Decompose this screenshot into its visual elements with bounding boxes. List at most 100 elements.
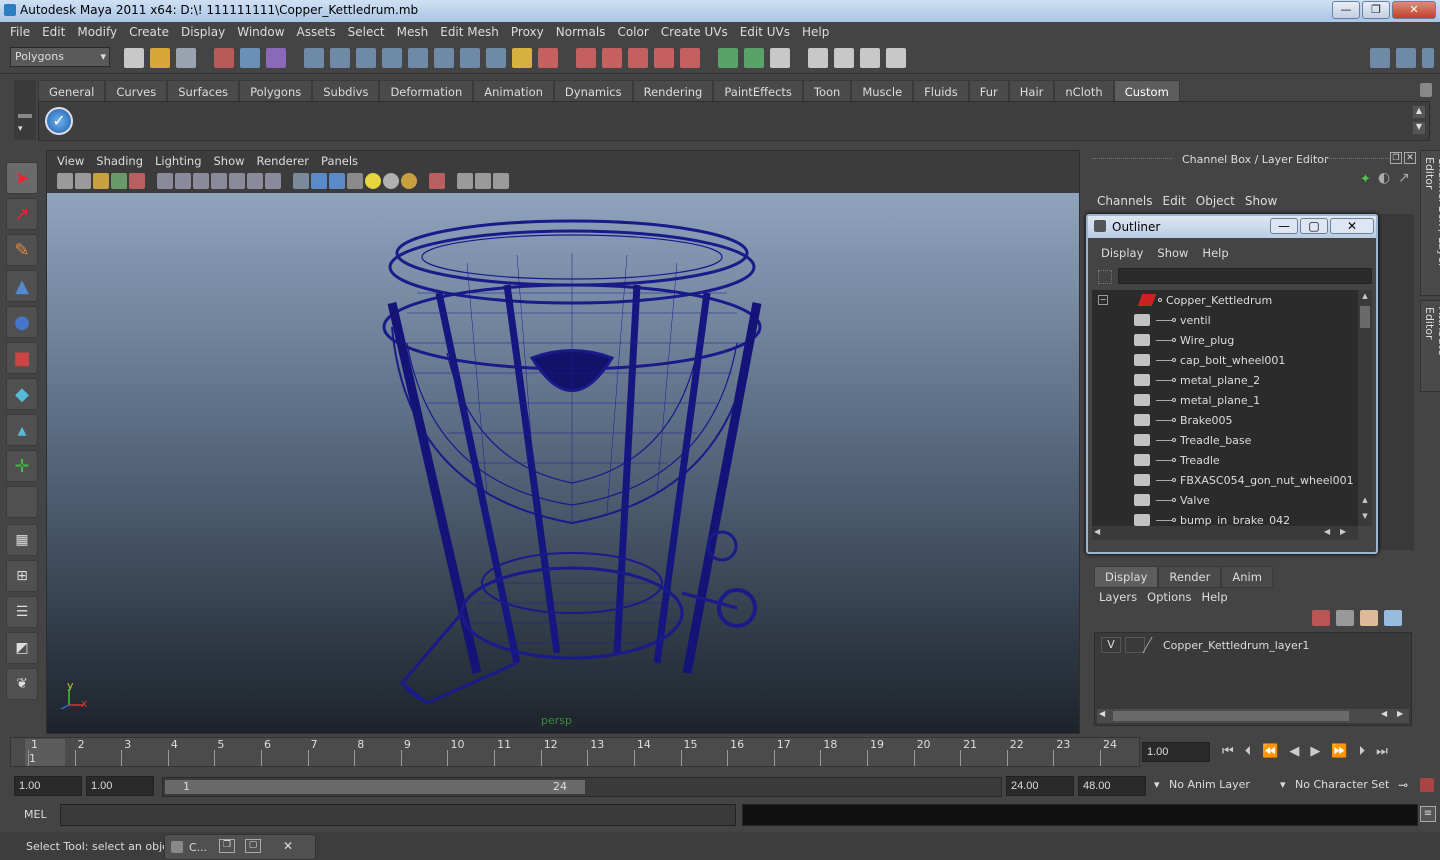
layer-tab-display[interactable]: Display (1094, 566, 1159, 588)
render-view-icon[interactable] (680, 48, 700, 68)
isolate-select-icon[interactable] (429, 173, 445, 189)
menu-edit-mesh[interactable]: Edit Mesh (434, 22, 505, 42)
outliner-item[interactable]: bump_in_brake_042 (1092, 510, 1358, 526)
cb-menu-object[interactable]: Object (1191, 192, 1240, 210)
snap-surface-icon[interactable] (408, 48, 428, 68)
image-plane-icon[interactable] (111, 173, 127, 189)
snap-point-icon[interactable] (356, 48, 376, 68)
pin-icon[interactable]: ↗ (1398, 170, 1410, 186)
select-tool[interactable]: ➤ (6, 162, 38, 194)
outliner-item[interactable]: Treadle (1092, 450, 1358, 470)
outliner-menu-show[interactable]: Show (1150, 244, 1195, 262)
layer-hscrollbar[interactable]: ◀ ◀ ▶ (1097, 709, 1409, 723)
playback-end-field[interactable] (1006, 776, 1074, 796)
select-component-icon[interactable] (266, 48, 286, 68)
graph-persp-layout[interactable]: ◩ (6, 632, 38, 664)
move-layer-down-icon[interactable] (1336, 610, 1354, 626)
outliner-persp-layout[interactable]: ☰ (6, 596, 38, 628)
scroll-thumb[interactable] (1360, 306, 1370, 328)
minimize-button[interactable]: — (1332, 1, 1360, 19)
menu-proxy[interactable]: Proxy (505, 22, 550, 42)
move-tool-shelf[interactable]: ▲ (6, 270, 38, 302)
menu-display[interactable]: Display (175, 22, 231, 42)
ipr-render-icon[interactable] (602, 48, 622, 68)
menu-assets[interactable]: Assets (291, 22, 342, 42)
end-time-field[interactable] (1078, 776, 1146, 796)
menu-modify[interactable]: Modify (71, 22, 123, 42)
manipulator-icon[interactable]: ✦ (1360, 172, 1371, 187)
render-settings-icon[interactable] (628, 48, 648, 68)
rotate-tool[interactable]: ● (6, 306, 38, 338)
wireframe-icon[interactable] (293, 173, 309, 189)
outliner-item[interactable]: metal_plane_2 (1092, 370, 1358, 390)
menu-create-uvs[interactable]: Create UVs (655, 22, 734, 42)
scroll-up-icon[interactable]: ▲ (1359, 292, 1371, 302)
tab-fur[interactable]: Fur (968, 80, 1009, 102)
outliner-search-input[interactable] (1118, 268, 1372, 284)
xray-icon[interactable] (457, 173, 473, 189)
safe-action-icon[interactable] (247, 173, 263, 189)
tree-root-row[interactable]: − Copper_Kettledrum (1092, 290, 1358, 310)
open-scene-icon[interactable] (150, 48, 170, 68)
playback-start-field[interactable] (86, 776, 154, 796)
tab-curves[interactable]: Curves (105, 80, 168, 102)
layer-type-toggle[interactable] (1125, 637, 1145, 653)
layer-tab-render[interactable]: Render (1158, 566, 1222, 588)
all-lights-icon[interactable] (383, 173, 399, 189)
vp-menu-lighting[interactable]: Lighting (149, 151, 207, 171)
select-object-icon[interactable] (240, 48, 260, 68)
filter-icon[interactable] (1098, 270, 1112, 284)
layer-color-swatch[interactable] (1142, 637, 1164, 653)
scene-output-icon[interactable] (718, 48, 738, 68)
outliner-item[interactable]: cap_bolt_wheel001 (1092, 350, 1358, 370)
tab-general[interactable]: General (38, 80, 106, 102)
custom-layout[interactable]: ❦ (6, 668, 38, 700)
play-forward-icon[interactable]: ▶ (1310, 744, 1320, 759)
play-backward-icon[interactable]: ◀ (1289, 744, 1299, 759)
tab-deformation[interactable]: Deformation (379, 80, 474, 102)
lasso-tool[interactable]: ↗ (6, 198, 38, 230)
manipulator-tool[interactable]: ◆ (6, 378, 38, 410)
two-d-pan-icon[interactable] (129, 173, 145, 189)
render-layer-icon[interactable] (808, 48, 828, 68)
key-icon[interactable]: ⊸ (1398, 778, 1408, 792)
snap-plane-icon[interactable] (382, 48, 402, 68)
menuset-dropdown[interactable]: Polygons ▾ (10, 47, 110, 67)
script-editor-button[interactable]: ≡ (1420, 806, 1436, 822)
layer-scroll-thumb[interactable] (1113, 711, 1349, 721)
collapse-icon[interactable]: − (1098, 295, 1108, 305)
kettledrum-wireframe[interactable] (47, 193, 1079, 733)
tab-surfaces[interactable]: Surfaces (167, 80, 240, 102)
four-pane-layout[interactable]: ⊞ (6, 560, 38, 592)
xray-components-icon[interactable] (493, 173, 509, 189)
mel-command-input[interactable] (60, 804, 736, 826)
menu-mesh[interactable]: Mesh (391, 22, 435, 42)
tab-fluids[interactable]: Fluids (913, 80, 969, 102)
bookmarks-icon[interactable] (93, 173, 109, 189)
menu-edit-uvs[interactable]: Edit UVs (734, 22, 796, 42)
outliner-item[interactable]: Brake005 (1092, 410, 1358, 430)
menu-file[interactable]: File (4, 22, 36, 42)
snap-grid-icon[interactable] (304, 48, 324, 68)
snap-curve-icon[interactable] (330, 48, 350, 68)
outliner-item[interactable]: FBXASC054_gon_nut_wheel001 (1092, 470, 1358, 490)
step-back-frame-icon[interactable]: ⏴ (1245, 744, 1252, 759)
outliner-item[interactable]: Wire_plug (1092, 330, 1358, 350)
show-manipulator-tool[interactable]: ✛ (6, 450, 38, 482)
tab-hair[interactable]: Hair (1008, 80, 1055, 102)
outliner-menu-display[interactable]: Display (1094, 244, 1150, 262)
render-current-icon[interactable] (576, 48, 596, 68)
lock-icon[interactable] (512, 48, 532, 68)
layer-scroll-left2-icon[interactable]: ◀ (1381, 709, 1387, 718)
film-gate-icon[interactable] (175, 173, 191, 189)
tab-dynamics[interactable]: Dynamics (553, 80, 633, 102)
select-hierarchy-icon[interactable] (214, 48, 234, 68)
vp-menu-shading[interactable]: Shading (90, 151, 149, 171)
layer-row[interactable]: V Copper_Kettledrum_layer1 (1097, 635, 1409, 655)
cb-menu-show[interactable]: Show (1240, 192, 1282, 210)
step-back-key-icon[interactable]: ⏪ (1262, 744, 1278, 759)
select-camera-icon[interactable] (57, 173, 73, 189)
start-time-field[interactable] (14, 776, 82, 796)
outliner-item[interactable]: Valve (1092, 490, 1358, 510)
layer-visibility-toggle[interactable]: V (1101, 637, 1121, 653)
